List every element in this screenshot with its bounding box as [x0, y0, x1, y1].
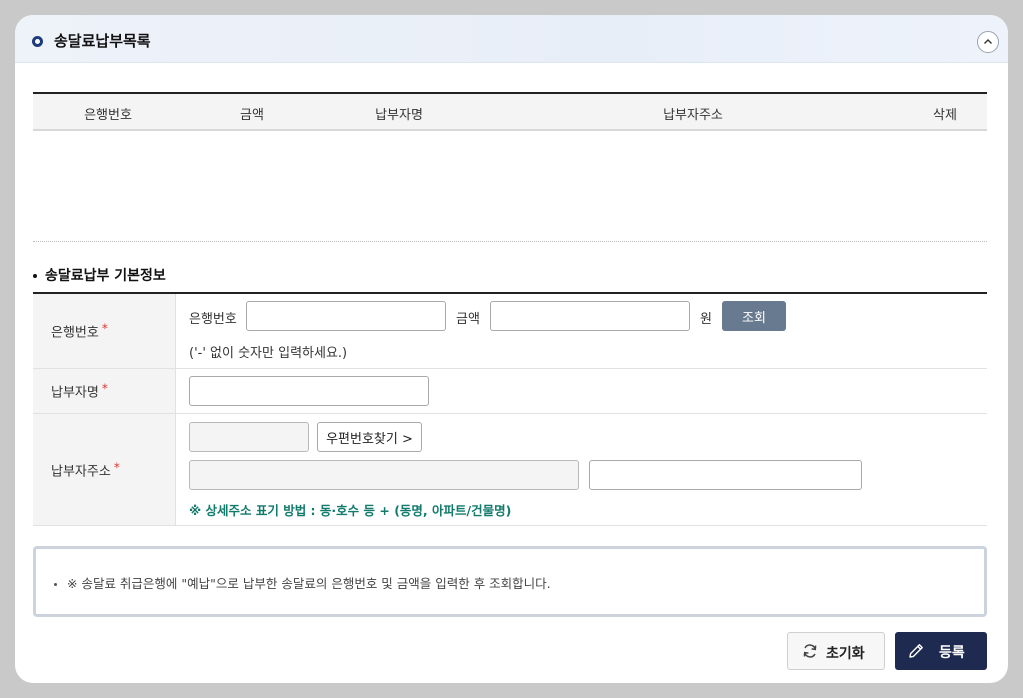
chevron-up-icon	[984, 39, 992, 44]
detail-address-input[interactable]	[589, 460, 862, 490]
basic-info-form: 은행번호 * 은행번호 금액 원 조회 ('-' 없이 숫자만 입력하세요.) 납…	[33, 292, 987, 526]
zip-code-input[interactable]	[189, 422, 309, 452]
payment-panel: 송달료납부목록 은행번호 금액 납부자명 납부자주소 삭제 송달료납부 기본정보…	[15, 15, 1008, 683]
payer-name-row-header: 납부자명 *	[33, 369, 176, 413]
bank-number-label: 은행번호	[189, 312, 237, 327]
payer-address-row-label: 납부자주소	[51, 464, 111, 479]
column-header-payer-address: 납부자주소	[663, 108, 723, 123]
currency-unit: 원	[700, 312, 712, 327]
payer-name-input[interactable]	[189, 376, 429, 406]
required-mark: *	[101, 321, 108, 336]
payer-address-row-header: 납부자주소 *	[33, 414, 176, 525]
search-button[interactable]: 조회	[722, 301, 786, 331]
panel-header: 송달료납부목록	[15, 15, 1008, 63]
payer-name-row: 납부자명 *	[33, 369, 987, 414]
reset-button-label: 초기화	[826, 646, 865, 662]
payment-list-table: 은행번호 금액 납부자명 납부자주소 삭제	[33, 92, 987, 131]
table-header: 은행번호 금액 납부자명 납부자주소 삭제	[33, 94, 987, 131]
column-header-bank-number: 은행번호	[84, 108, 132, 123]
payer-name-row-label: 납부자명	[51, 385, 99, 401]
refresh-icon	[803, 644, 817, 658]
column-header-payer-name: 납부자명	[375, 108, 423, 123]
section-title-text: 송달료납부 기본정보	[45, 268, 166, 284]
collapse-button[interactable]	[977, 31, 999, 53]
divider	[33, 241, 987, 242]
bullet-icon	[33, 274, 37, 278]
payer-address-row: 납부자주소 * 우편번호찾기 > ※ 상세주소 표기 방법 : 동·호수 등 + …	[33, 414, 987, 526]
reset-button[interactable]: 초기화	[787, 632, 885, 670]
bank-number-row: 은행번호 * 은행번호 금액 원 조회 ('-' 없이 숫자만 입력하세요.)	[33, 294, 987, 369]
circle-bullet-icon	[32, 36, 43, 47]
register-button[interactable]: 등록	[895, 632, 987, 670]
amount-input[interactable]	[490, 301, 690, 331]
amount-label: 금액	[456, 312, 480, 327]
address-input[interactable]	[189, 460, 579, 490]
bank-number-row-header: 은행번호 *	[33, 294, 176, 368]
register-button-label: 등록	[939, 645, 965, 661]
section-title: 송달료납부 기본정보	[33, 265, 166, 285]
address-format-hint: ※ 상세주소 표기 방법 : 동·호수 등 + (동명, 아파트/건물명)	[189, 503, 512, 518]
column-header-amount: 금액	[240, 108, 264, 123]
bank-number-note: ('-' 없이 숫자만 입력하세요.)	[189, 346, 348, 361]
panel-title: 송달료납부목록	[54, 32, 151, 50]
notice-box: ※ 송달료 취급은행에 "예납"으로 납부한 송달료의 은행번호 및 금액을 입…	[33, 546, 987, 617]
required-mark: *	[113, 460, 120, 474]
bank-number-row-label: 은행번호	[51, 325, 99, 341]
bullet-icon	[54, 583, 57, 586]
bank-number-input[interactable]	[246, 301, 446, 331]
zip-search-button[interactable]: 우편번호찾기 >	[317, 422, 422, 452]
required-mark: *	[101, 381, 108, 396]
pencil-icon	[909, 644, 923, 658]
notice-text: ※ 송달료 취급은행에 "예납"으로 납부한 송달료의 은행번호 및 금액을 입…	[67, 576, 551, 591]
column-header-delete: 삭제	[933, 108, 957, 123]
